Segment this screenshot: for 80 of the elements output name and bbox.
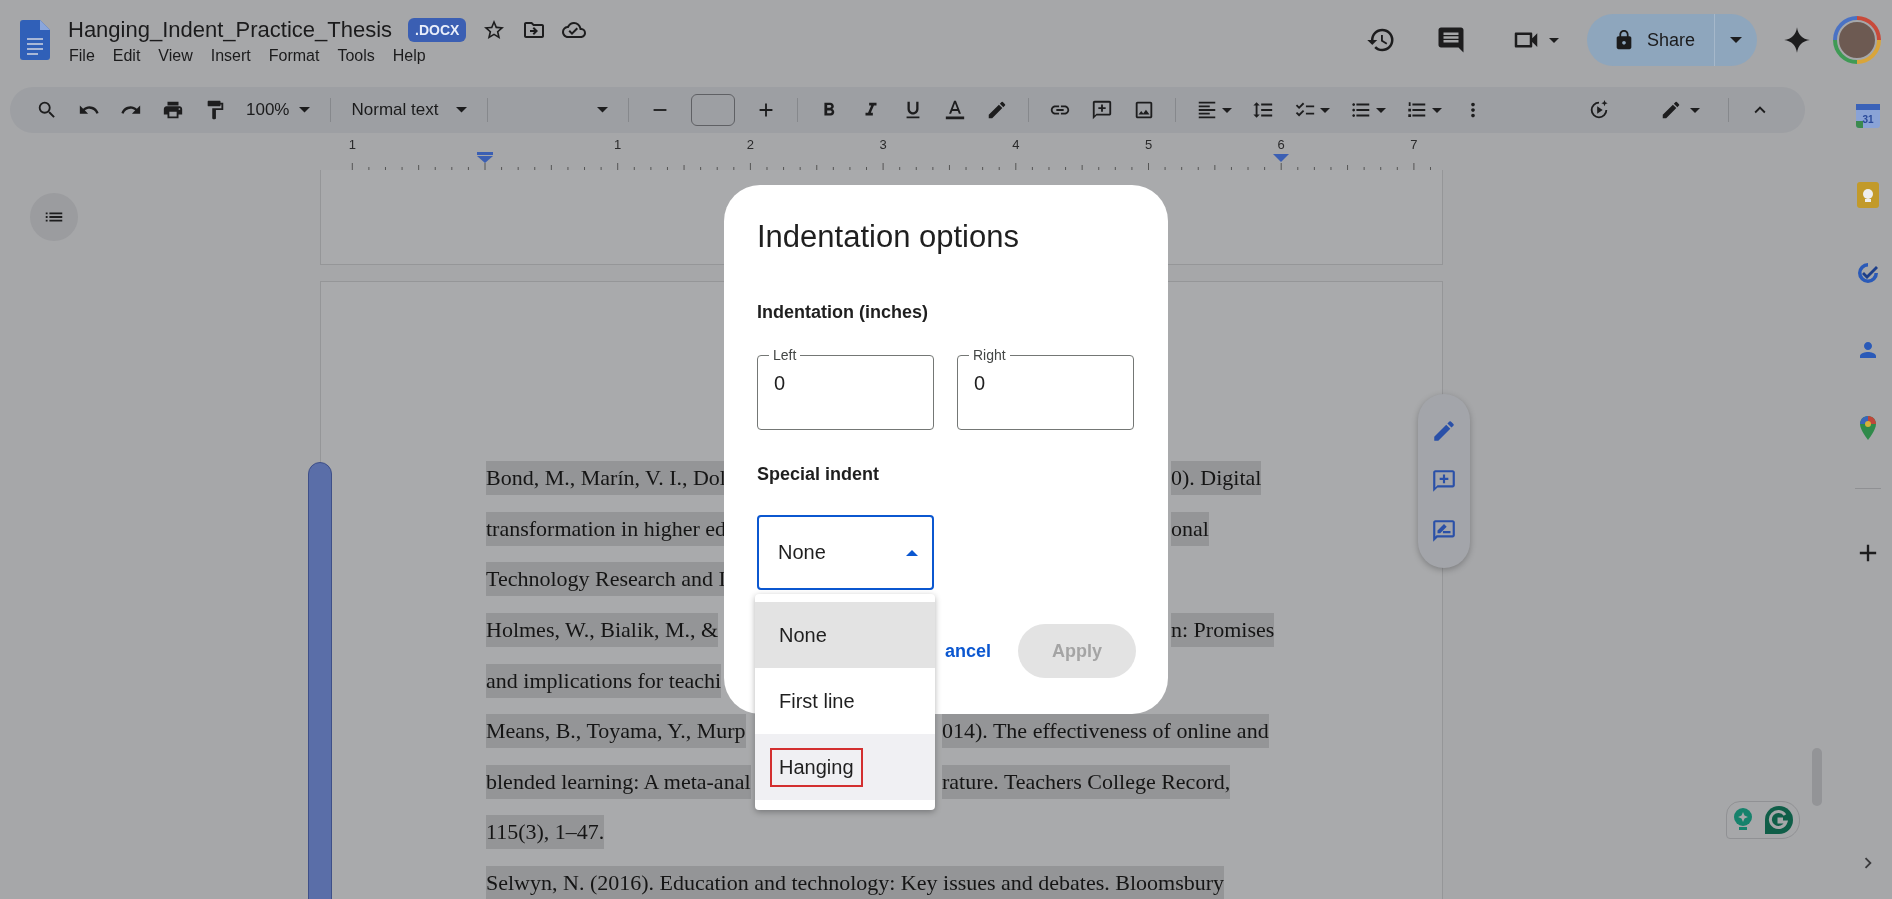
section-heading: Special indent [757, 464, 881, 485]
avatar[interactable] [1833, 16, 1881, 64]
caret-icon[interactable] [597, 107, 609, 113]
star-icon[interactable] [482, 18, 507, 42]
line-spacing-icon[interactable] [1252, 99, 1275, 121]
section-heading: Indentation (inches) [757, 302, 929, 323]
document-title[interactable]: Hanging_Indent_Practice_Thesis [68, 17, 393, 43]
ruler-number: 3 [879, 138, 887, 152]
outline-button[interactable] [30, 193, 78, 241]
reference-text: and implications for teachi [486, 663, 722, 698]
reference-text: Selwyn, N. (2016). Education and technology: Key issues and debates. Bloomsbury [486, 866, 1225, 899]
docs-logo-icon[interactable] [20, 20, 50, 60]
ruler-number: 1 [348, 138, 356, 152]
font-size-field[interactable] [691, 94, 736, 126]
caret-icon[interactable] [1432, 107, 1443, 113]
ruler-number: 1 [614, 138, 622, 152]
ruler-number: 7 [1410, 138, 1418, 152]
caret-icon[interactable] [1320, 107, 1331, 113]
pen-sparkle-icon[interactable] [1431, 418, 1457, 444]
indent-marker[interactable] [1273, 154, 1290, 162]
comment-icon[interactable] [1436, 25, 1466, 55]
reference-text: transformation in higher ed [486, 511, 727, 546]
caret-icon[interactable] [1222, 107, 1233, 113]
menu-item[interactable]: Edit [103, 45, 150, 67]
reference-text: Holmes, W., Bialik, M., & [486, 613, 719, 648]
caret-icon [299, 107, 311, 113]
cancel-button[interactable]: ancel [932, 624, 1003, 678]
field-value: 0 [974, 371, 986, 395]
print-icon[interactable] [162, 99, 184, 121]
field-value: 0 [774, 371, 786, 395]
menu-item[interactable]: File [60, 45, 104, 67]
dropdown-option[interactable]: None [755, 602, 935, 668]
logo-icon[interactable] [1763, 805, 1794, 835]
text-color-icon[interactable] [944, 99, 967, 121]
reference-text: 115(3), 1–47. [486, 815, 605, 850]
caret-icon [906, 549, 918, 556]
add-comment-icon[interactable] [1091, 99, 1114, 121]
caret-icon[interactable] [1376, 107, 1387, 113]
indent-field[interactable]: Left 0 [757, 347, 934, 430]
style-dropdown[interactable]: Normal text [351, 100, 468, 120]
ruler-number: 2 [746, 138, 754, 152]
indent-marker[interactable] [477, 152, 493, 163]
task-check-icon[interactable] [1856, 261, 1880, 285]
field-label: Right [972, 347, 1007, 363]
caret-icon[interactable] [1690, 107, 1700, 113]
reference-text: rature. Teachers College Record, [942, 764, 1231, 799]
dropdown-option[interactable]: First line [755, 668, 935, 734]
caret-icon [456, 107, 468, 113]
menu-item[interactable]: Format [259, 45, 329, 67]
reference-text: n: Promises [1171, 613, 1275, 648]
reference-text: 0). Digital [1171, 461, 1262, 496]
caret-icon[interactable] [1549, 37, 1559, 43]
sparkle-icon[interactable] [1783, 26, 1811, 54]
ruler-number: 5 [1144, 138, 1153, 152]
menu-item[interactable]: View [149, 45, 202, 67]
reference-text: blended learning: A meta-anal [486, 764, 751, 799]
search-icon[interactable] [36, 99, 58, 121]
assistant-widget[interactable] [1726, 801, 1800, 839]
indent-field[interactable]: Right 0 [957, 347, 1134, 430]
pen-icon[interactable] [1660, 99, 1682, 121]
reference-text: 014). The effectiveness of online and [942, 714, 1269, 749]
reference-text: onal [1171, 511, 1209, 546]
add-comment-icon[interactable] [1431, 468, 1457, 494]
play-sparkle-icon[interactable] [1588, 99, 1610, 121]
reference-text: Bond, M., Marín, V. I., Dol [486, 461, 726, 496]
special-indent-select[interactable]: None [757, 515, 934, 590]
suggest-edit-icon[interactable] [1431, 518, 1457, 544]
share-button[interactable]: Share [1587, 14, 1757, 66]
ruler-number: 6 [1277, 138, 1285, 152]
menu-item[interactable]: Insert [201, 45, 260, 67]
dropdown-option[interactable]: Hanging [755, 734, 935, 800]
dialog-title: Indentation options [757, 219, 1020, 255]
field-label: Left [772, 347, 798, 363]
caret-icon[interactable] [1730, 37, 1742, 43]
file-type-badge: .DOCX [408, 18, 467, 42]
menu-item[interactable]: Tools [328, 45, 384, 67]
zoom-dropdown[interactable]: 100% [246, 100, 311, 120]
reference-text: Means, B., Toyama, Y., Murp [486, 714, 746, 749]
ruler-number: 4 [1012, 138, 1020, 152]
menu-item[interactable]: Help [383, 45, 435, 67]
